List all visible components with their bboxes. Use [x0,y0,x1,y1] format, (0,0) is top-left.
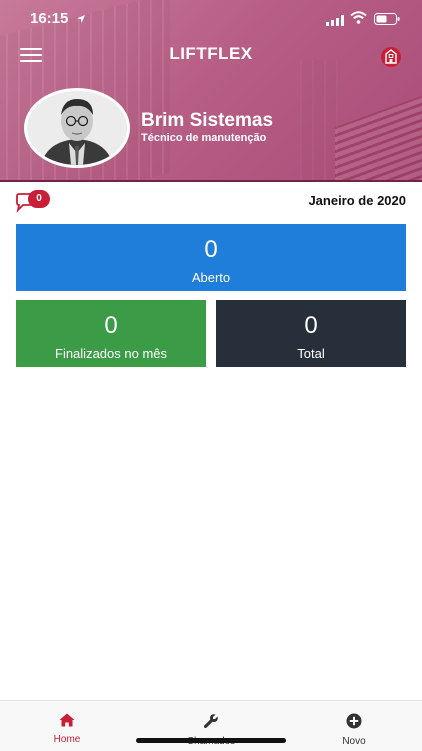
wifi-icon [350,11,367,29]
tab-home-label: Home [53,734,81,745]
aberto-label: Aberto [191,270,231,285]
building-decoration [300,60,340,180]
avatar [24,88,130,168]
bottom-tab-bar: Home Chamados Novo [0,700,422,751]
app-title: LIFTFLEX [169,44,253,63]
tab-home[interactable]: Home [22,713,112,745]
signal-icon [326,13,344,31]
tab-novo[interactable]: Novo [309,713,399,747]
tab-novo-label: Novo [342,736,366,747]
card-finalizados[interactable]: 0 Finalizados no mês [16,300,206,367]
plus-circle-icon [346,713,362,733]
home-indicator [136,738,286,743]
total-label: Total [297,346,325,361]
profile-header: 16:15 LIFTFLEX Brim Sistemas Técnico de … [0,0,422,182]
location-arrow-icon [76,11,86,29]
notification-count-badge: 0 [28,190,50,208]
status-time: 16:15 [30,10,69,27]
user-name: Brim Sistemas [141,110,274,131]
user-role: Técnico de manutenção [141,132,267,144]
card-aberto[interactable]: 0 Aberto [16,224,406,291]
battery-icon [374,12,400,30]
status-bar: 16:15 [0,0,422,36]
aberto-count: 0 [204,236,218,263]
card-total[interactable]: 0 Total [216,300,406,367]
finalizados-label: Finalizados no mês [55,346,167,361]
wrench-icon [203,714,219,733]
home-icon [59,713,75,731]
total-count: 0 [304,312,318,339]
building-icon[interactable] [380,46,402,68]
building-decoration [335,92,422,180]
month-label: Janeiro de 2020 [308,193,406,208]
finalizados-count: 0 [104,312,118,339]
